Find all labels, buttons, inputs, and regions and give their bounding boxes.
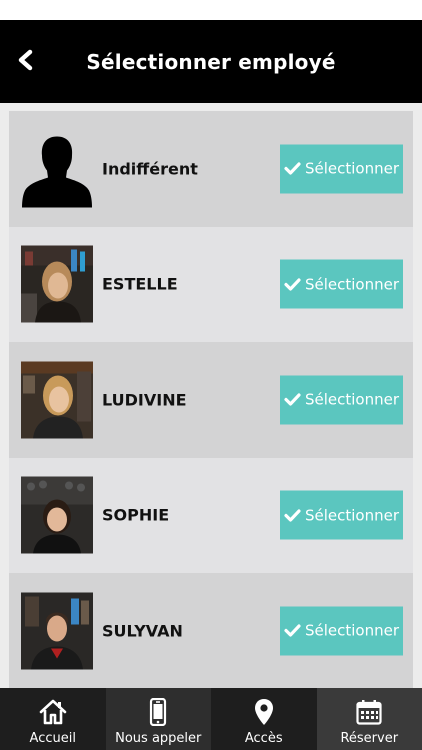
- check-icon: [284, 393, 301, 407]
- back-button[interactable]: [12, 47, 38, 77]
- nav-item-call[interactable]: Nous appeler: [105, 688, 211, 750]
- nav-label: Accueil: [29, 731, 76, 746]
- nav-label: Accès: [244, 731, 283, 746]
- check-icon: [284, 508, 301, 522]
- select-button-label: Sélectionner: [304, 506, 400, 525]
- calendar-icon: [356, 697, 382, 727]
- employee-name: ESTELLE: [102, 274, 178, 294]
- select-button-label: Sélectionner: [304, 621, 400, 640]
- employee-name: LUDIVINE: [102, 390, 187, 410]
- page-title: Sélectionner employé: [86, 49, 336, 74]
- nav-item-book[interactable]: Réserver: [316, 688, 422, 750]
- select-button[interactable]: Sélectionner: [280, 490, 403, 540]
- select-button[interactable]: Sélectionner: [280, 375, 403, 425]
- phone-icon: [149, 697, 167, 727]
- avatar: [21, 361, 93, 439]
- select-button[interactable]: Sélectionner: [280, 259, 403, 309]
- check-icon: [284, 624, 301, 638]
- select-button-label: Sélectionner: [304, 390, 400, 409]
- avatar: [21, 130, 93, 208]
- select-button[interactable]: Sélectionner: [280, 144, 403, 194]
- avatar: [21, 592, 93, 670]
- select-button-label: Sélectionner: [304, 159, 400, 178]
- nav-item-access[interactable]: Accès: [211, 688, 317, 750]
- nav-label: Nous appeler: [115, 731, 202, 746]
- map-pin-icon: [254, 697, 274, 727]
- select-button[interactable]: Sélectionner: [280, 606, 403, 656]
- list-item: SULYVAN Sélectionner: [9, 573, 413, 688]
- status-bar: [0, 0, 422, 20]
- list-item: SOPHIE Sélectionner: [9, 457, 413, 573]
- employee-name: Indifférent: [102, 159, 198, 179]
- list-item: ESTELLE Sélectionner: [9, 226, 413, 342]
- nav-item-home[interactable]: Accueil: [0, 688, 106, 750]
- employee-name: SULYVAN: [102, 621, 183, 641]
- check-icon: [284, 277, 301, 291]
- check-icon: [284, 162, 301, 176]
- nav-label: Réserver: [340, 731, 399, 746]
- employee-list: Indifférent Sélectionner ESTELLE Sélecti…: [9, 111, 413, 688]
- select-button-label: Sélectionner: [304, 275, 400, 294]
- avatar: [21, 245, 93, 323]
- employee-name: SOPHIE: [102, 505, 170, 525]
- home-icon: [39, 697, 67, 727]
- chevron-left-icon: [16, 49, 34, 75]
- app-header: Sélectionner employé: [0, 20, 422, 103]
- list-item: Indifférent Sélectionner: [9, 111, 413, 227]
- list-item: LUDIVINE Sélectionner: [9, 342, 413, 458]
- avatar: [21, 476, 93, 554]
- bottom-nav: Accueil Nous appeler Accès Réserver: [0, 688, 422, 750]
